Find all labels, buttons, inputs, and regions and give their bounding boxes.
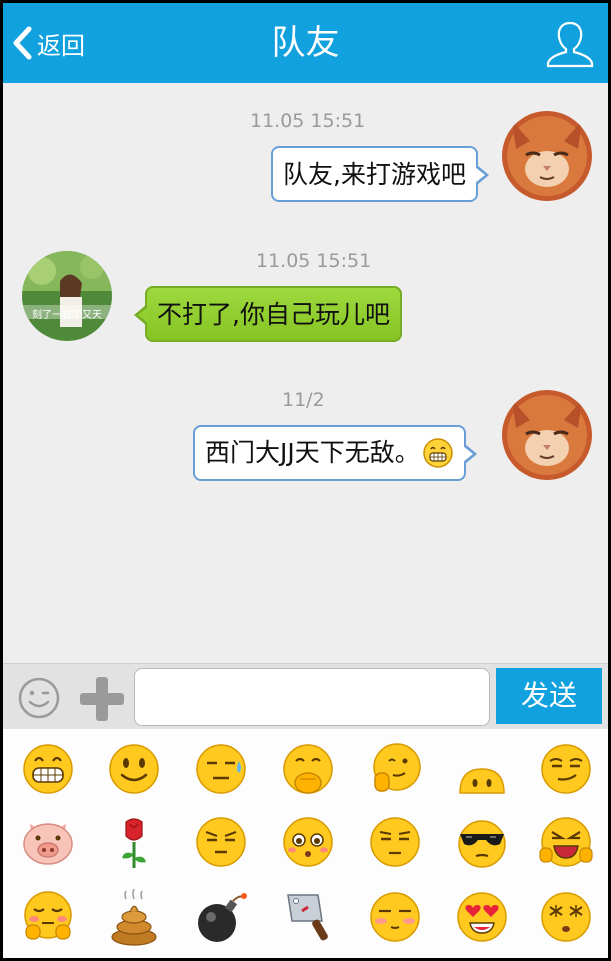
emoji-toggle-icon[interactable] bbox=[17, 676, 61, 720]
message-text: 队友,来打游戏吧 bbox=[283, 160, 466, 189]
ponder-icon[interactable] bbox=[365, 739, 425, 799]
emoji-panel bbox=[3, 729, 608, 958]
annoyed-icon[interactable] bbox=[191, 812, 251, 872]
message-list: 11.05 15:51 队友,来打游戏吧 11.05 15:51 刻了一桩了又天… bbox=[3, 83, 608, 663]
blush-icon[interactable] bbox=[365, 887, 425, 947]
message-bubble[interactable]: 队友,来打游戏吧 bbox=[271, 146, 489, 202]
girl-photo-avatar[interactable]: 刻了一桩了又天 bbox=[22, 251, 112, 341]
message-input[interactable] bbox=[134, 668, 490, 726]
orange-cat-avatar[interactable] bbox=[502, 111, 592, 201]
message-bubble[interactable]: 不打了,你自己玩儿吧 bbox=[134, 286, 402, 342]
orange-cat-avatar[interactable] bbox=[502, 390, 592, 480]
dizzy-icon[interactable] bbox=[536, 887, 596, 947]
message-text: 不打了,你自己玩儿吧 bbox=[157, 300, 390, 329]
plus-icon[interactable] bbox=[77, 674, 127, 724]
send-button[interactable]: 发送 bbox=[496, 668, 602, 724]
peek-icon[interactable] bbox=[452, 739, 512, 799]
cleaver-icon[interactable] bbox=[278, 887, 338, 947]
laugh-tears-icon[interactable] bbox=[536, 812, 596, 872]
bubble-tail bbox=[462, 444, 477, 464]
timestamp: 11.05 15:51 bbox=[256, 250, 372, 272]
cool-sunglasses-icon[interactable] bbox=[452, 812, 512, 872]
bomb-icon[interactable] bbox=[191, 887, 251, 947]
timestamp: 11.05 15:51 bbox=[250, 110, 366, 132]
grin-emoji-icon bbox=[423, 438, 453, 468]
message-bubble[interactable]: 西门大JJ天下无敌。 bbox=[193, 425, 477, 481]
smirk-icon[interactable] bbox=[536, 739, 596, 799]
grin-icon[interactable] bbox=[18, 739, 78, 799]
pig-icon[interactable] bbox=[18, 812, 78, 872]
avatar-caption: 刻了一桩了又天 bbox=[32, 310, 102, 321]
smile-icon[interactable] bbox=[104, 739, 164, 799]
timestamp: 11/2 bbox=[282, 389, 325, 411]
page-title: 队友 bbox=[271, 23, 340, 63]
message-text: 西门大JJ天下无敌。 bbox=[205, 438, 420, 467]
bubble-tail bbox=[134, 305, 148, 325]
bubble-tail bbox=[474, 165, 489, 185]
sweat-icon[interactable] bbox=[191, 739, 251, 799]
header-bar: 返回 队友 bbox=[3, 3, 608, 83]
pitiful-icon[interactable] bbox=[278, 812, 338, 872]
chat-screen: 返回 队友 11.05 15:51 队友,来打游戏吧 11.05 15:51 刻… bbox=[3, 3, 608, 958]
heart-eyes-icon[interactable] bbox=[452, 887, 512, 947]
rose-icon[interactable] bbox=[104, 812, 164, 872]
thinking-icon[interactable] bbox=[278, 739, 338, 799]
input-bar: 发送 bbox=[3, 663, 608, 730]
profile-icon[interactable] bbox=[544, 19, 596, 69]
squint-icon[interactable] bbox=[365, 812, 425, 872]
shy-icon[interactable] bbox=[18, 887, 78, 947]
poop-icon[interactable] bbox=[104, 887, 164, 947]
